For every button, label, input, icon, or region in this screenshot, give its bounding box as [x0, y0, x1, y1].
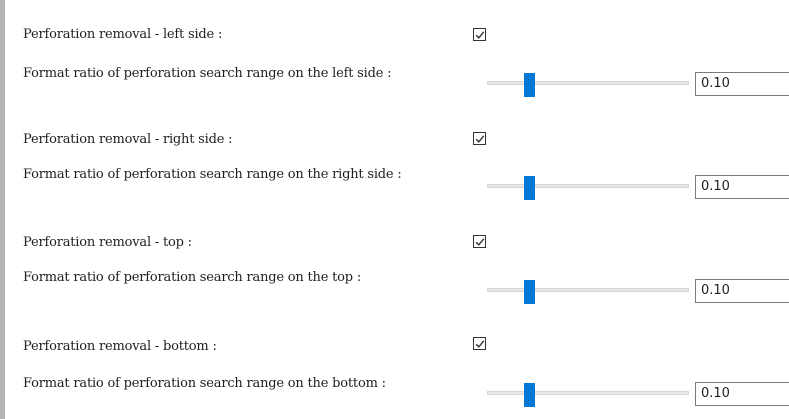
slider-track [487, 288, 689, 292]
bottom-ratio-slider[interactable] [487, 383, 689, 407]
perforation-settings-panel: Perforation removal - left side : Format… [5, 0, 789, 419]
right-side-ratio-label: Format ratio of perforation search range… [23, 167, 402, 182]
bottom-removal-label: Perforation removal - bottom : [23, 339, 217, 354]
top-ratio-slider[interactable] [487, 280, 689, 304]
bottom-removal-checkbox[interactable] [473, 337, 486, 350]
setting-group-right-side: Perforation removal - right side : Forma… [5, 104, 789, 208]
right-side-removal-checkbox[interactable] [473, 132, 486, 145]
check-icon [475, 31, 485, 39]
left-side-ratio-label: Format ratio of perforation search range… [23, 66, 392, 81]
slider-thumb[interactable] [524, 280, 535, 304]
setting-group-left-side: Perforation removal - left side : Format… [5, 0, 789, 104]
bottom-ratio-input[interactable]: 0.10 [695, 382, 789, 406]
slider-thumb[interactable] [524, 176, 535, 200]
right-side-ratio-slider[interactable] [487, 176, 689, 200]
slider-track [487, 81, 689, 85]
check-icon [475, 238, 485, 246]
left-side-ratio-input[interactable]: 0.10 [695, 72, 789, 96]
slider-thumb[interactable] [524, 383, 535, 407]
slider-thumb[interactable] [524, 73, 535, 97]
right-side-ratio-input[interactable]: 0.10 [695, 175, 789, 199]
check-icon [475, 340, 485, 348]
top-removal-checkbox[interactable] [473, 235, 486, 248]
bottom-ratio-label: Format ratio of perforation search range… [23, 376, 386, 391]
left-side-ratio-slider[interactable] [487, 73, 689, 97]
slider-track [487, 184, 689, 188]
left-side-removal-label: Perforation removal - left side : [23, 27, 223, 42]
top-ratio-label: Format ratio of perforation search range… [23, 270, 362, 285]
left-side-removal-checkbox[interactable] [473, 28, 486, 41]
top-removal-label: Perforation removal - top : [23, 235, 192, 250]
setting-group-bottom: Perforation removal - bottom : Format ra… [5, 312, 789, 416]
slider-track [487, 391, 689, 395]
setting-group-top: Perforation removal - top : Format ratio… [5, 208, 789, 312]
check-icon [475, 135, 485, 143]
right-side-removal-label: Perforation removal - right side : [23, 132, 233, 147]
top-ratio-input[interactable]: 0.10 [695, 279, 789, 303]
